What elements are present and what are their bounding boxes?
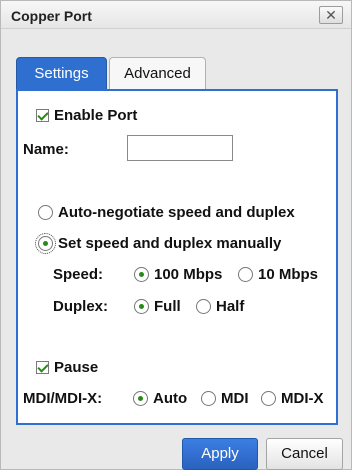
checkbox-icon: [36, 109, 49, 122]
mdi-mdix-label: MDI-X: [281, 390, 324, 407]
speed-10-radio[interactable]: 10 Mbps: [238, 266, 318, 283]
speed-10-label: 10 Mbps: [258, 266, 319, 283]
radio-icon: [133, 391, 148, 406]
duplex-label-row: Duplex:: [53, 298, 108, 315]
duplex-half-label: Half: [216, 298, 245, 315]
close-icon[interactable]: ✕: [319, 6, 343, 24]
enable-port-checkbox[interactable]: Enable Port: [36, 107, 137, 124]
enable-port-label: Enable Port: [54, 107, 138, 124]
mdi-mdi-radio[interactable]: MDI: [201, 390, 249, 407]
radio-icon: [201, 391, 216, 406]
mdi-auto-label: Auto: [153, 390, 188, 407]
manual-label: Set speed and duplex manually: [58, 235, 282, 252]
tab-settings[interactable]: Settings: [16, 57, 107, 90]
dialog-title: Copper Port: [11, 8, 92, 24]
duplex-half-radio[interactable]: Half: [196, 298, 244, 315]
radio-icon: [196, 299, 211, 314]
radio-icon: [35, 233, 56, 254]
mdi-mdix-radio[interactable]: MDI-X: [261, 390, 324, 407]
duplex-full-radio[interactable]: Full: [134, 298, 181, 315]
radio-icon: [261, 391, 276, 406]
radio-icon: [238, 267, 253, 282]
mdi-mdi-label: MDI: [221, 390, 249, 407]
speed-label-row: Speed:: [53, 266, 103, 283]
dialog-titlebar: Copper Port ✕: [1, 1, 351, 29]
duplex-label: Duplex:: [53, 298, 109, 315]
pause-label: Pause: [54, 359, 99, 376]
speed-label: Speed:: [53, 266, 104, 283]
manual-speed-duplex-radio[interactable]: Set speed and duplex manually: [35, 233, 282, 254]
checkbox-icon: [36, 361, 49, 374]
mdi-auto-radio[interactable]: Auto: [133, 390, 187, 407]
speed-100-label: 100 Mbps: [154, 266, 223, 283]
tab-advanced[interactable]: Advanced: [109, 57, 206, 90]
radio-icon: [134, 299, 149, 314]
radio-icon: [134, 267, 149, 282]
duplex-full-label: Full: [154, 298, 181, 315]
name-input[interactable]: [127, 135, 233, 161]
apply-button[interactable]: Apply: [182, 438, 258, 470]
auto-negotiate-radio[interactable]: Auto-negotiate speed and duplex: [38, 204, 295, 221]
mdi-label-row: MDI/MDI-X:: [23, 390, 102, 407]
speed-100-radio[interactable]: 100 Mbps: [134, 266, 222, 283]
copper-port-dialog: Copper Port ✕ Settings Advanced Enable P…: [0, 0, 352, 470]
radio-icon: [38, 205, 53, 220]
auto-negotiate-label: Auto-negotiate speed and duplex: [58, 204, 295, 221]
name-label: Name:: [23, 141, 69, 158]
name-label-row: Name:: [23, 141, 69, 158]
cancel-button[interactable]: Cancel: [266, 438, 343, 470]
mdi-label: MDI/MDI-X:: [23, 390, 103, 407]
pause-checkbox[interactable]: Pause: [36, 359, 98, 376]
